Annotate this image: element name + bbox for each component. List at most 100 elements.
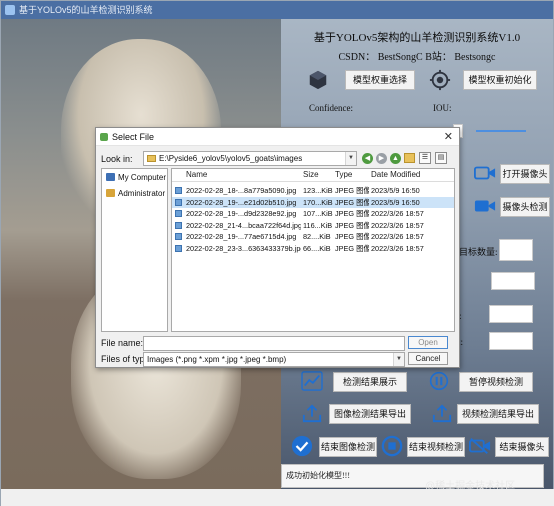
file-row[interactable]: 2022-02-28_19-...77ae6715d4.jpg 82....KiB… [172,231,454,242]
file-type: JPEG 图像 [335,243,369,253]
up-folder-icon[interactable]: ▲ [390,153,401,164]
file-name-field[interactable] [143,336,405,351]
result-display-button[interactable]: 检测结果展示 [333,372,407,392]
file-list: Name Size Type Date Modified 2022-02-28_… [171,168,455,332]
file-size: 170...KiB [303,197,333,207]
camera-off-icon [469,437,491,455]
column-type[interactable]: Type [335,170,352,179]
file-date: 2023/5/9 16:50 [371,197,420,207]
app-icon [5,5,15,15]
pause-icon [429,371,449,391]
author-info: CSDN： BestSongC B站： Bestsongc [338,52,496,63]
file-type: JPEG 图像 [335,220,369,230]
model-select-button[interactable]: 模型权重选择 [345,70,415,90]
new-folder-icon[interactable] [404,153,415,163]
file-type: JPEG 图像 [335,197,369,207]
file-row[interactable]: 2022-02-28_23-3...6363433379b.jpg 66....K… [172,243,454,254]
look-in-combo[interactable]: E:\Pyside6_yolov5\yolov5_goats\images ▼ [143,151,357,166]
qt-icon [100,133,108,141]
export-image-icon [302,404,322,423]
end-image-detect-button[interactable]: 结束图像检测 [319,437,377,457]
file-type: JPEG 图像 [335,186,369,195]
column-date[interactable]: Date Modified [371,170,420,179]
image-file-icon [175,198,182,206]
cube-icon [309,70,327,90]
target-icon [429,69,451,91]
file-name: 2022-02-28_19-...77ae6715d4.jpg [186,232,297,241]
file-name: 2022-02-28_18-...8a779a5090.jpg [186,186,297,195]
dialog-titlebar: Select File ✕ [96,128,459,146]
image-file-icon [175,210,182,217]
files-of-type-combo[interactable]: Images (*.png *.xpm *.jpg *.jpeg *.bmp) … [143,352,405,367]
chevron-down-icon: ▼ [393,353,404,366]
end-camera-button[interactable]: 结束摄像头 [495,437,549,457]
file-size: 82....KiB [303,232,331,241]
sidebar-item-administrator[interactable]: Administrator [106,189,165,198]
image-file-icon [175,187,182,194]
export-image-result-button[interactable]: 图像检测结果导出 [329,404,411,424]
dialog-title: Select File [112,132,155,142]
export-video-result-button[interactable]: 视频检测结果导出 [457,404,539,424]
image-file-icon [175,233,182,240]
file-type: JPEG 图像 [335,232,369,241]
file-size: 66....KiB [303,243,331,253]
forward-icon[interactable]: ▶ [376,153,387,164]
file-list-header: Name Size Type Date Modified [172,169,454,182]
column-size[interactable]: Size [303,170,319,179]
column-name[interactable]: Name [186,170,207,179]
end-video-detect-button[interactable]: 结束视频检测 [407,437,465,457]
file-date: 2022/3/26 18:57 [371,232,424,241]
file-date: 2022/3/26 18:57 [371,209,424,218]
look-in-path: E:\Pyside6_yolov5\yolov5_goats\images [159,154,303,163]
file-size: 123...KiB [303,186,333,195]
file-row[interactable]: 2022-02-28_19-...e21d02b510.jpg 170...KiB… [172,196,454,208]
file-name: 2022-02-28_21-4...bcaa722f64d.jpg [186,220,301,230]
camera-detect-icon [474,200,496,212]
chevron-down-icon: ▼ [345,152,356,165]
user-icon [106,189,115,197]
file-date: 2023/5/9 16:50 [371,186,420,195]
computer-icon [106,173,115,181]
file-size: 107...KiB [303,209,333,218]
th-value-box [489,305,533,323]
main-window: 基于YOLOv5的山羊检测识别系统 基于YOLOv5架构的山羊检测识别系统V1.… [0,0,554,506]
open-button[interactable]: Open [408,336,448,349]
cancel-button[interactable]: Cancel [408,352,448,365]
target-count-display [499,239,533,261]
pause-video-button[interactable]: 暂停视频检测 [459,372,533,392]
stop-circle-icon [381,435,403,457]
sidebar-item-label: My Computer [118,173,167,182]
image-file-icon [175,244,182,252]
places-sidebar: My Computer Administrator [101,168,168,332]
sidebar-item-label: Administrator [118,189,166,198]
file-date: 2022/3/26 18:57 [371,243,424,253]
window-bottom-strip [1,489,554,506]
file-row[interactable]: 2022-02-28_18-...8a779a5090.jpg 123...KiB… [172,185,454,196]
window-title: 基于YOLOv5的山羊检测识别系统 [19,5,153,15]
sidebar-item-my-computer[interactable]: My Computer [106,173,166,182]
file-row[interactable]: 2022-02-28_21-4...bcaa722f64d.jpg 116...K… [172,220,454,231]
list-view-icon[interactable]: ☰ [419,152,431,164]
target-count-label: 目标数量: [459,247,498,257]
file-date: 2022/3/26 18:57 [371,220,424,230]
check-circle-icon [291,435,313,457]
target-select-combo[interactable] [491,272,535,290]
back-icon[interactable]: ◀ [362,153,373,164]
file-row[interactable]: 2022-02-28_19-...d9d2328e92.jpg 107...KiB… [172,208,454,219]
file-name: 2022-02-28_23-3...6363433379b.jpg [186,243,301,253]
camera-detect-button[interactable]: 摄像头检测 [500,197,550,217]
close-icon[interactable]: ✕ [444,129,453,145]
folder-icon [147,155,156,162]
window-titlebar: 基于YOLOv5的山羊检测识别系统 [1,1,553,19]
iou-slider[interactable] [476,130,526,132]
file-name: 2022-02-28_19-...d9d2328e92.jpg [186,209,297,218]
open-camera-button[interactable]: 打开摄像头 [500,164,550,184]
model-init-button[interactable]: 模型权重初始化 [463,70,537,90]
detail-view-icon[interactable]: ▤ [435,152,447,164]
look-in-label: Look in: [101,154,133,164]
files-of-type-value: Images (*.png *.xpm *.jpg *.jpeg *.bmp) [147,355,287,364]
export-video-icon [432,404,452,423]
image-file-icon [175,221,182,229]
ax-value-box [489,332,533,350]
confidence-label: Confidence: [309,103,353,113]
